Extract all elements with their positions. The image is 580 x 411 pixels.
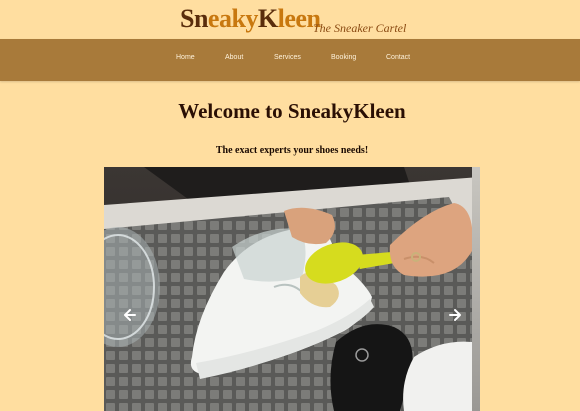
nav-item-home[interactable]: Home bbox=[176, 54, 195, 61]
nav-item-services[interactable]: Services bbox=[274, 54, 301, 61]
carousel-prev-button[interactable] bbox=[120, 305, 140, 325]
logo-part-eaky: eaky bbox=[207, 4, 259, 33]
carousel-next-button[interactable] bbox=[445, 305, 465, 325]
main-navbar: Home About Services Booking Contact bbox=[0, 39, 580, 81]
site-logo[interactable]: SneakyKleen bbox=[180, 4, 321, 34]
arrow-left-icon bbox=[124, 309, 136, 321]
next-slide-edge bbox=[472, 167, 480, 411]
logo-part-k: K bbox=[257, 4, 278, 33]
carousel-slide-image bbox=[104, 167, 480, 411]
nav-item-contact[interactable]: Contact bbox=[386, 54, 410, 61]
page-title: Welcome to SneakyKleen bbox=[178, 99, 406, 123]
image-carousel[interactable] bbox=[104, 167, 480, 411]
logo-tagline: The Sneaker Cartel bbox=[313, 21, 407, 35]
page-subtitle: The exact experts your shoes needs! bbox=[215, 145, 369, 156]
arrow-right-icon bbox=[449, 309, 461, 321]
nav-item-booking[interactable]: Booking bbox=[331, 54, 356, 61]
header-logo-bar: SneakyKleen The Sneaker Cartel bbox=[0, 0, 580, 39]
nav-item-about[interactable]: About bbox=[225, 54, 243, 61]
logo-part-sn: Sn bbox=[180, 4, 208, 33]
